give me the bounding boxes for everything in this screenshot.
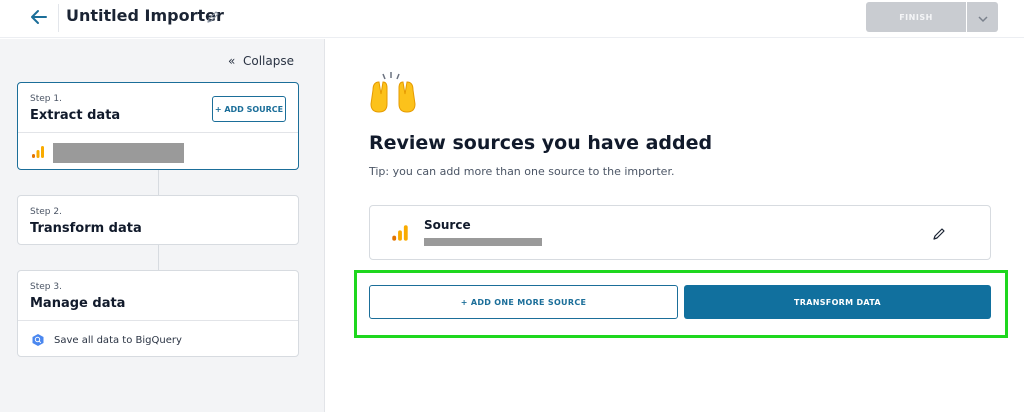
step-label: Step 3. bbox=[30, 282, 62, 292]
chevron-down-icon bbox=[977, 8, 988, 27]
raising-hands-icon bbox=[369, 70, 417, 120]
step-title: Transform data bbox=[30, 221, 142, 236]
redacted-source-name bbox=[53, 143, 184, 163]
finish-dropdown-button[interactable] bbox=[967, 2, 998, 32]
redacted-source-detail bbox=[424, 238, 542, 246]
step-divider bbox=[18, 132, 298, 133]
finish-button[interactable]: FINISH bbox=[866, 2, 966, 32]
top-bar: Untitled Importer FINISH bbox=[0, 0, 1024, 38]
step-connector bbox=[158, 245, 159, 270]
google-analytics-icon bbox=[391, 224, 409, 246]
step-card-manage[interactable]: Step 3. Manage data Save all data to Big… bbox=[17, 270, 299, 357]
transform-data-button[interactable]: TRANSFORM DATA bbox=[684, 285, 991, 319]
step-title: Manage data bbox=[30, 296, 126, 311]
steps-sidebar: « Collapse Step 1. Extract data + ADD SO… bbox=[0, 39, 325, 412]
collapse-button[interactable]: « Collapse bbox=[228, 54, 294, 68]
add-source-button[interactable]: + ADD SOURCE bbox=[212, 96, 286, 122]
collapse-label: Collapse bbox=[242, 54, 294, 68]
bigquery-icon bbox=[31, 332, 45, 351]
step-label: Step 1. bbox=[30, 94, 62, 104]
arrow-left-icon[interactable] bbox=[28, 6, 50, 28]
step-divider bbox=[18, 320, 298, 321]
source-name: Source bbox=[424, 218, 471, 232]
pencil-icon[interactable] bbox=[932, 226, 946, 245]
step-card-extract[interactable]: Step 1. Extract data + ADD SOURCE bbox=[17, 82, 299, 170]
double-chevron-left-icon: « bbox=[228, 54, 236, 68]
source-card: Source bbox=[369, 205, 991, 260]
header-divider bbox=[58, 4, 59, 32]
google-analytics-icon bbox=[31, 144, 45, 163]
add-one-more-source-button[interactable]: + ADD ONE MORE SOURCE bbox=[369, 285, 678, 319]
step-connector bbox=[158, 170, 159, 195]
step-label: Step 2. bbox=[30, 207, 62, 217]
step-card-transform[interactable]: Step 2. Transform data bbox=[17, 195, 299, 245]
tip-text: Tip: you can add more than one source to… bbox=[369, 165, 675, 178]
step-title: Extract data bbox=[30, 108, 121, 123]
page-heading: Review sources you have added bbox=[369, 132, 713, 154]
destination-label: Save all data to BigQuery bbox=[54, 335, 182, 346]
importer-title: Untitled Importer bbox=[66, 6, 224, 25]
pencil-icon[interactable] bbox=[206, 9, 220, 23]
